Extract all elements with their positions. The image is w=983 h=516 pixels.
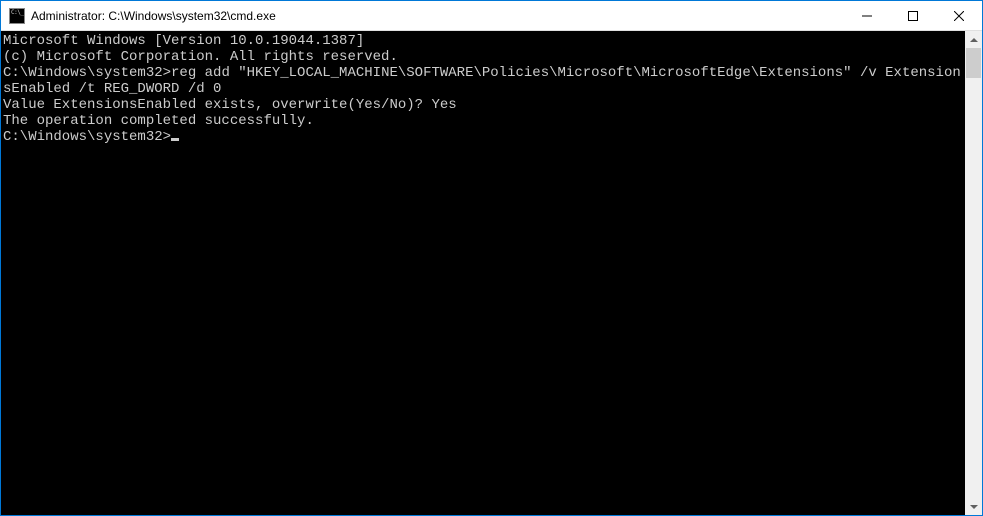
console-line: Microsoft Windows [Version 10.0.19044.13… bbox=[3, 33, 965, 49]
console-line: Value ExtensionsEnabled exists, overwrit… bbox=[3, 97, 965, 113]
minimize-icon bbox=[862, 11, 872, 21]
console-line: (c) Microsoft Corporation. All rights re… bbox=[3, 49, 965, 65]
window-title: Administrator: C:\Windows\system32\cmd.e… bbox=[31, 9, 844, 23]
chevron-up-icon bbox=[970, 38, 978, 42]
console-output[interactable]: Microsoft Windows [Version 10.0.19044.13… bbox=[1, 31, 965, 515]
close-button[interactable] bbox=[936, 1, 982, 30]
cmd-icon bbox=[9, 8, 25, 24]
console-line: The operation completed successfully. bbox=[3, 113, 965, 129]
scroll-thumb[interactable] bbox=[966, 48, 981, 78]
minimize-button[interactable] bbox=[844, 1, 890, 30]
scroll-up-button[interactable] bbox=[965, 31, 982, 48]
titlebar[interactable]: Administrator: C:\Windows\system32\cmd.e… bbox=[1, 1, 982, 31]
maximize-icon bbox=[908, 11, 918, 21]
prompt: C:\Windows\system32> bbox=[3, 65, 171, 81]
window-controls bbox=[844, 1, 982, 30]
console-area: Microsoft Windows [Version 10.0.19044.13… bbox=[1, 31, 982, 515]
chevron-down-icon bbox=[970, 505, 978, 509]
prompt: C:\Windows\system32> bbox=[3, 129, 171, 145]
vertical-scrollbar[interactable] bbox=[965, 31, 982, 515]
console-prompt-current: C:\Windows\system32> bbox=[3, 129, 965, 145]
scroll-down-button[interactable] bbox=[965, 498, 982, 515]
cursor bbox=[171, 138, 179, 141]
close-icon bbox=[954, 11, 964, 21]
console-command-line: C:\Windows\system32>reg add "HKEY_LOCAL_… bbox=[3, 65, 965, 97]
maximize-button[interactable] bbox=[890, 1, 936, 30]
cmd-window: Administrator: C:\Windows\system32\cmd.e… bbox=[0, 0, 983, 516]
